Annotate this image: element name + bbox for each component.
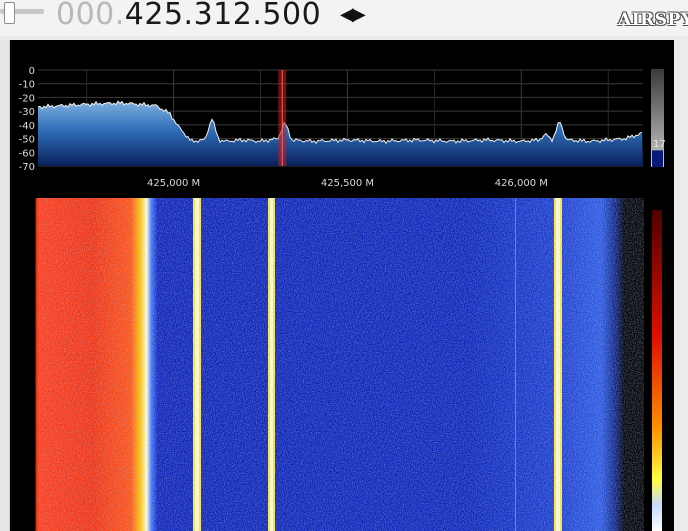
y-tick-label: -70 [19, 162, 35, 173]
x-tick-label: 425,000 M [147, 178, 200, 189]
level-meter-fill [652, 150, 663, 167]
brand-logo: AIRSPY [618, 10, 688, 30]
y-tick-label: -60 [19, 148, 35, 159]
waterfall-noise-texture [38, 198, 644, 531]
gain-slider-handle[interactable] [4, 2, 15, 24]
y-tick-label: -30 [19, 107, 35, 118]
y-tick-label: -50 [19, 135, 35, 146]
y-axis-ticks: 0 -10 -20 -30 -40 -50 -60 -70 [19, 66, 35, 173]
right-panel-edge[interactable] [674, 36, 688, 531]
x-axis-ticks: 425,000 M 425,500 M 426,000 M [147, 178, 548, 189]
waterfall-colormap-bar [652, 210, 662, 531]
y-tick-label: -40 [19, 121, 35, 132]
frequency-step-arrows-icon[interactable]: ◀▶ [340, 4, 366, 25]
y-tick-label: -10 [19, 80, 35, 91]
spectrum-display[interactable]: 0 -10 -20 -30 -40 -50 -60 -70 425,000 M 425,500 … [10, 40, 674, 531]
level-meter-value: 17 [653, 139, 666, 150]
x-tick-label: 425,500 M [321, 178, 374, 189]
frequency-leading-zeros[interactable]: 000. [56, 0, 125, 32]
frequency-display[interactable]: 000.425.312.500 [56, 0, 321, 32]
spectrum-plot[interactable]: 0 -10 -20 -30 -40 -50 -60 -70 425,000 M 425,500 … [10, 40, 674, 196]
left-panel-edge[interactable] [0, 40, 10, 531]
y-tick-label: 0 [29, 66, 35, 77]
x-tick-label: 426,000 M [495, 178, 548, 189]
frequency-digits[interactable]: 425.312.500 [125, 0, 321, 32]
waterfall-display[interactable] [10, 198, 674, 531]
y-tick-label: -20 [19, 93, 35, 104]
toolbar: 000.425.312.500 ◀▶ AIRSPY [0, 0, 688, 36]
